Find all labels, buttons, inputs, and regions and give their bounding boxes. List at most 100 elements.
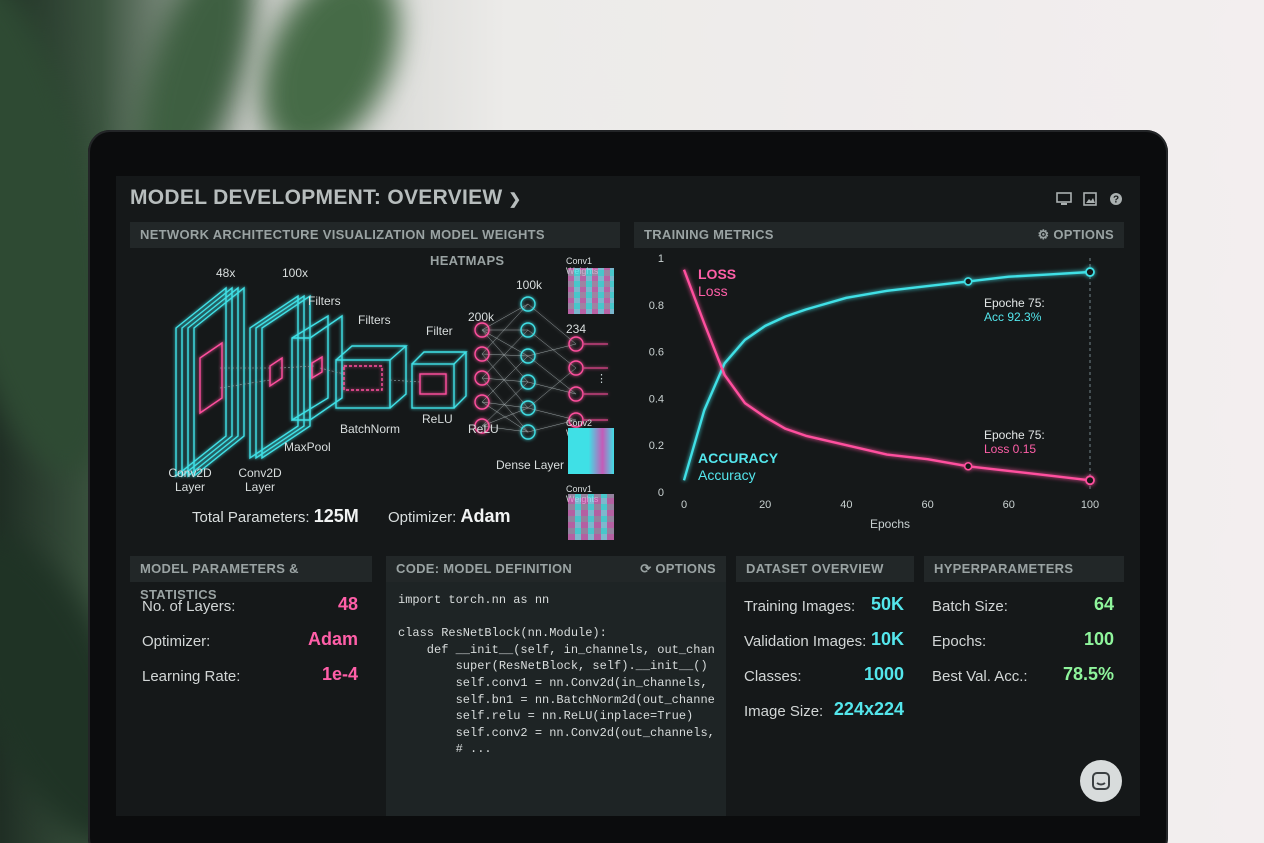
x-axis-label: Epochs <box>870 517 910 531</box>
accuracy-annotation: Epoche 75: Acc 92.3% <box>984 296 1045 324</box>
stat-row-learning-rate: Learning Rate: 1e-4 <box>142 664 358 685</box>
dashboard-screen: MODEL DEVELOPMENT: OVERVIEW ❯ ? NETWORK A… <box>116 176 1140 816</box>
conv2d-layer-1 <box>175 286 245 478</box>
refresh-icon: ⟳ <box>640 561 652 576</box>
image-icon[interactable] <box>1082 192 1098 206</box>
neuron-layer-2 <box>520 296 536 440</box>
svg-text:⋮: ⋮ <box>596 373 607 385</box>
page-title[interactable]: MODEL DEVELOPMENT: OVERVIEW ❯ <box>130 186 521 210</box>
y-tick-label: 0.6 <box>649 347 664 359</box>
label-filters-2: Filters <box>358 313 391 327</box>
metrics-options-button[interactable]: ⚙ OPTIONS <box>1038 222 1115 248</box>
series-endpoint-accuracy[interactable] <box>1085 267 1095 277</box>
chat-icon <box>1092 772 1110 790</box>
stat-row-classes: Classes: 1000 <box>744 664 904 685</box>
y-tick-label: 0.2 <box>649 440 664 452</box>
label-conv2d-1: Conv2D Layer <box>168 466 212 494</box>
code-line: def __init__(self, in_channels, out_chan… <box>426 642 714 657</box>
conv2d-layer-2 <box>249 294 311 460</box>
x-tick-label: 60 <box>1003 499 1015 511</box>
accuracy-legend-sub: Accuracy <box>698 467 756 483</box>
label-conv2d-2: Conv2D Layer <box>238 466 282 494</box>
label-100k: 100k <box>516 278 543 292</box>
stat-row-epochs: Epochs: 100 <box>932 629 1114 650</box>
chat-button[interactable] <box>1080 760 1122 802</box>
x-tick-label: 20 <box>759 499 771 511</box>
code-options-button[interactable]: ⟳ OPTIONS <box>640 556 716 582</box>
label-filter: Filter <box>426 324 453 338</box>
stat-row-batch-size: Batch Size: 64 <box>932 594 1114 615</box>
maxpool-layer <box>291 314 343 422</box>
model-parameters-header: MODEL PARAMETERS & STATISTICS <box>130 556 372 602</box>
architecture-panel-header: NETWORK ARCHITECTURE VISUALIZATION MODEL… <box>130 222 620 268</box>
model-parameters-panel: MODEL PARAMETERS & STATISTICS No. of Lay… <box>130 556 372 706</box>
hyperparameters-panel: HYPERPARAMETERS Batch Size: 64 Epochs: 1… <box>924 556 1124 706</box>
stat-row-best-val-acc: Best Val. Acc.: 78.5% <box>932 664 1114 685</box>
stat-row-training-images: Training Images: 50K <box>744 594 904 615</box>
architecture-panel: NETWORK ARCHITECTURE VISUALIZATION MODEL… <box>130 222 620 546</box>
label-filters-1: Filters <box>308 294 341 308</box>
label-234: 234 <box>566 322 587 336</box>
y-tick-label: 0.4 <box>649 393 664 405</box>
total-parameters: Total Parameters: 125M <box>192 506 359 526</box>
code-line: self.conv1 = nn.Conv2d(in_channels, out_… <box>455 675 708 690</box>
x-tick-label: 60 <box>921 499 933 511</box>
series-marker-loss[interactable] <box>963 461 973 471</box>
label-batchnorm: BatchNorm <box>340 422 401 436</box>
series-endpoint-loss[interactable] <box>1085 475 1095 486</box>
label-dense-layer: Dense Layer <box>496 458 565 472</box>
receptive-field <box>199 341 223 415</box>
stat-row-image-size: Image Size: 224x224 <box>744 699 904 720</box>
svg-text:?: ? <box>1113 195 1119 206</box>
monitor-icon[interactable] <box>1056 192 1072 206</box>
stat-row-validation-images: Validation Images: 10K <box>744 629 904 650</box>
architecture-title: NETWORK ARCHITECTURE VISUALIZATION <box>140 227 426 242</box>
code-panel-header: CODE: MODEL DEFINITION ⟳ OPTIONS <box>386 556 726 582</box>
x-tick-label: 0 <box>681 499 687 511</box>
heatmap-2[interactable] <box>568 428 614 474</box>
x-tick-label: 100 <box>1081 499 1099 511</box>
network-diagram: ⋮ <box>175 286 608 478</box>
series-marker-accuracy[interactable] <box>963 277 973 286</box>
dataset-overview-panel: DATASET OVERVIEW Training Images: 50K Va… <box>736 556 914 736</box>
hyperparameters-header: HYPERPARAMETERS <box>924 556 1124 582</box>
heatmap-1[interactable] <box>568 268 614 314</box>
loss-legend-title: LOSS <box>698 266 737 282</box>
training-metrics-header: TRAINING METRICS ⚙ OPTIONS <box>634 222 1124 248</box>
label-relu-1: ReLU <box>422 412 453 426</box>
label-100x: 100x <box>282 266 309 280</box>
stat-row-layers: No. of Layers: 48 <box>142 594 358 615</box>
training-metrics-panel: TRAINING METRICS ⚙ OPTIONS 0 0.2 0.4 0.6 0.8… <box>634 222 1124 542</box>
heatmap-3[interactable] <box>568 494 614 540</box>
y-tick-label: 0.8 <box>649 300 664 312</box>
code-line: self.relu = nn.ReLU(inplace=True) <box>398 709 694 724</box>
y-tick-label: 1 <box>658 253 664 265</box>
chevron-down-icon[interactable]: ❯ <box>509 190 522 208</box>
help-icon[interactable]: ? <box>1108 192 1124 206</box>
accuracy-legend-title: ACCURACY <box>698 450 779 466</box>
gear-icon: ⚙ <box>1037 227 1050 242</box>
x-tick-label: 40 <box>840 499 852 511</box>
optimizer-summary: Optimizer: Adam <box>388 506 511 526</box>
code-editor[interactable]: import torch.nn as nn class ResNetBlock(… <box>386 582 726 816</box>
relu-layer <box>411 351 468 409</box>
code-line: self.conv2 = nn.Conv2d(out_channels, out… <box>455 725 714 740</box>
label-48x: 48x <box>216 266 236 280</box>
loss-legend-sub: Loss <box>698 283 728 299</box>
code-line: super(ResNetBlock, self).__init__() <box>398 659 708 674</box>
code-line: import torch.nn as nn <box>398 593 550 607</box>
neuron-layer-3 <box>568 336 584 428</box>
code-panel: CODE: MODEL DEFINITION ⟳ OPTIONS import … <box>386 556 726 816</box>
top-toolbar: ? <box>1056 192 1124 206</box>
label-maxpool: MaxPool <box>284 440 331 454</box>
stat-row-optimizer: Optimizer: Adam <box>142 629 358 650</box>
batchnorm-layer <box>335 345 408 409</box>
loss-annotation: Epoche 75: Loss 0.15 <box>984 428 1045 456</box>
y-tick-label: 0 <box>658 487 664 499</box>
label-200k: 200k <box>468 310 495 324</box>
laptop-bottom-bezel <box>116 816 1140 843</box>
code-line: # ... <box>398 742 492 757</box>
code-line: self.bn1 = nn.BatchNorm2d(out_channels) <box>398 692 714 707</box>
label-relu-2: ReLU <box>468 422 499 436</box>
